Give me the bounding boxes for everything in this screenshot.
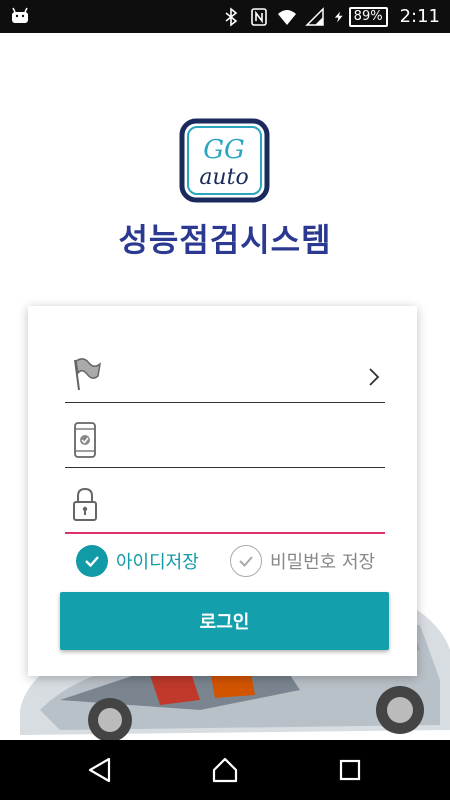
save-password-checkbox[interactable]: 비밀번호 저장: [230, 544, 375, 578]
charging-icon: [334, 11, 343, 22]
branch-input[interactable]: [113, 360, 357, 394]
recents-icon[interactable]: [335, 755, 365, 785]
save-id-label: 아이디저장: [116, 552, 199, 573]
password-input[interactable]: [113, 490, 357, 524]
battery-percent: 89%: [348, 6, 388, 27]
app-title: 성능점검시스템: [118, 221, 332, 259]
home-icon[interactable]: [210, 755, 240, 785]
status-bar: 89% 2:11: [0, 0, 450, 33]
save-options: 아이디저장 비밀번호 저장: [76, 544, 396, 578]
login-button[interactable]: 로그인: [60, 592, 389, 650]
save-password-label: 비밀번호 저장: [270, 552, 376, 573]
battery-indicator: 89%: [333, 6, 388, 27]
phone-input[interactable]: [113, 425, 357, 459]
phone-field[interactable]: [65, 415, 385, 468]
branch-select-field[interactable]: [65, 350, 385, 403]
password-field[interactable]: [65, 480, 385, 534]
save-id-checkbox[interactable]: 아이디저장: [76, 544, 199, 578]
wifi-icon: [277, 9, 296, 25]
flag-icon: [74, 358, 101, 391]
back-icon[interactable]: [85, 755, 115, 785]
logo-text-gg: GG: [203, 135, 245, 165]
android-icon: [12, 7, 28, 23]
navigation-bar: [0, 740, 450, 800]
lock-icon: [73, 487, 97, 521]
clock: 2:11: [399, 6, 440, 27]
bluetooth-icon: [225, 6, 237, 27]
app-logo: GG auto: [179, 118, 270, 203]
nfc-icon: [250, 7, 267, 26]
check-on-icon: [76, 545, 108, 577]
signal-icon: [304, 6, 324, 26]
phone-icon: [74, 422, 96, 458]
logo-text-auto: auto: [199, 165, 248, 190]
chevron-right-icon[interactable]: [367, 366, 381, 388]
check-off-icon: [230, 545, 262, 577]
login-card: 아이디저장 비밀번호 저장 로그인: [28, 306, 417, 676]
